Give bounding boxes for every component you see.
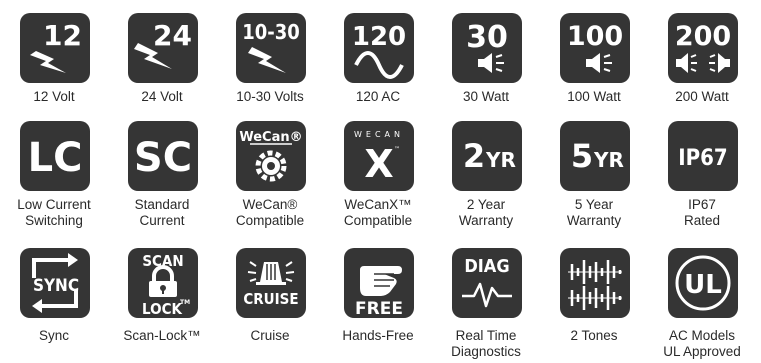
sine-wave-icon: 120 — [344, 13, 414, 83]
sc-icon: SC — [128, 121, 198, 191]
feature-label: 200 Watt — [675, 89, 729, 104]
svg-text:SC: SC — [134, 135, 192, 181]
warranty-5yr-icon: 5 YR — [560, 121, 630, 191]
sync-arrows-icon: SYNC — [20, 248, 90, 318]
wecanx-icon: WECAN X ™ — [344, 121, 414, 191]
svg-text:IP67: IP67 — [678, 146, 727, 171]
svg-text:UL: UL — [684, 270, 722, 300]
svg-text:100: 100 — [567, 21, 623, 52]
svg-text:YR: YR — [593, 148, 624, 172]
lc-icon: LC — [20, 121, 90, 191]
svg-text:SYNC: SYNC — [33, 276, 79, 296]
svg-text:YR: YR — [485, 148, 516, 172]
svg-text:X: X — [364, 142, 393, 186]
svg-text:5: 5 — [571, 137, 593, 175]
padlock-icon: SCAN LOCK TM — [128, 248, 198, 318]
lightning-10-30v-icon: 10-30 — [236, 13, 306, 83]
hand-icon: FREE — [344, 248, 414, 318]
svg-text:LC: LC — [28, 135, 83, 181]
svg-text:DIAG: DIAG — [464, 256, 509, 277]
feature-label: IP67 — [688, 197, 716, 212]
svg-text:200: 200 — [675, 21, 731, 52]
feature-label: UL Approved — [663, 344, 741, 359]
dual-speaker-200w-icon: 200 — [668, 13, 738, 83]
beacon-light-icon: CRUISE — [236, 248, 306, 318]
svg-text:WECAN: WECAN — [354, 130, 404, 139]
heartbeat-pulse-icon: DIAG — [452, 248, 522, 318]
feature-label: AC Models — [668, 328, 736, 343]
svg-text:LOCK: LOCK — [142, 300, 182, 318]
wecan-gear-icon: WeCan® — [236, 121, 306, 191]
svg-text:™: ™ — [394, 146, 400, 153]
svg-text:30: 30 — [466, 20, 508, 55]
sound-waveform-icon — [560, 248, 630, 318]
svg-text:10-30: 10-30 — [242, 20, 300, 44]
speaker-30w-icon: 30 — [452, 13, 522, 83]
speaker-100w-icon: 100 — [560, 13, 630, 83]
svg-text:2: 2 — [463, 137, 485, 175]
feature-icon-grid: 12 12 Volt 24 24 Volt 10-30 10-30 Volts … — [0, 0, 761, 363]
svg-text:12: 12 — [43, 19, 82, 52]
ul-certification-icon: UL — [668, 248, 738, 318]
svg-text:TM: TM — [180, 299, 190, 306]
svg-text:WeCan®: WeCan® — [239, 130, 302, 145]
svg-text:CRUISE: CRUISE — [243, 290, 298, 308]
svg-text:24: 24 — [153, 19, 192, 52]
feature-label: Rated — [683, 213, 721, 228]
svg-text:FREE: FREE — [355, 299, 403, 318]
ip67-icon: IP67 — [668, 121, 738, 191]
svg-text:120: 120 — [352, 22, 406, 52]
warranty-2yr-icon: 2 YR — [452, 121, 522, 191]
feature-label: Diagnostics — [451, 344, 521, 359]
lightning-24v-icon: 24 — [128, 13, 198, 83]
lightning-12v-icon: 12 — [20, 13, 90, 83]
